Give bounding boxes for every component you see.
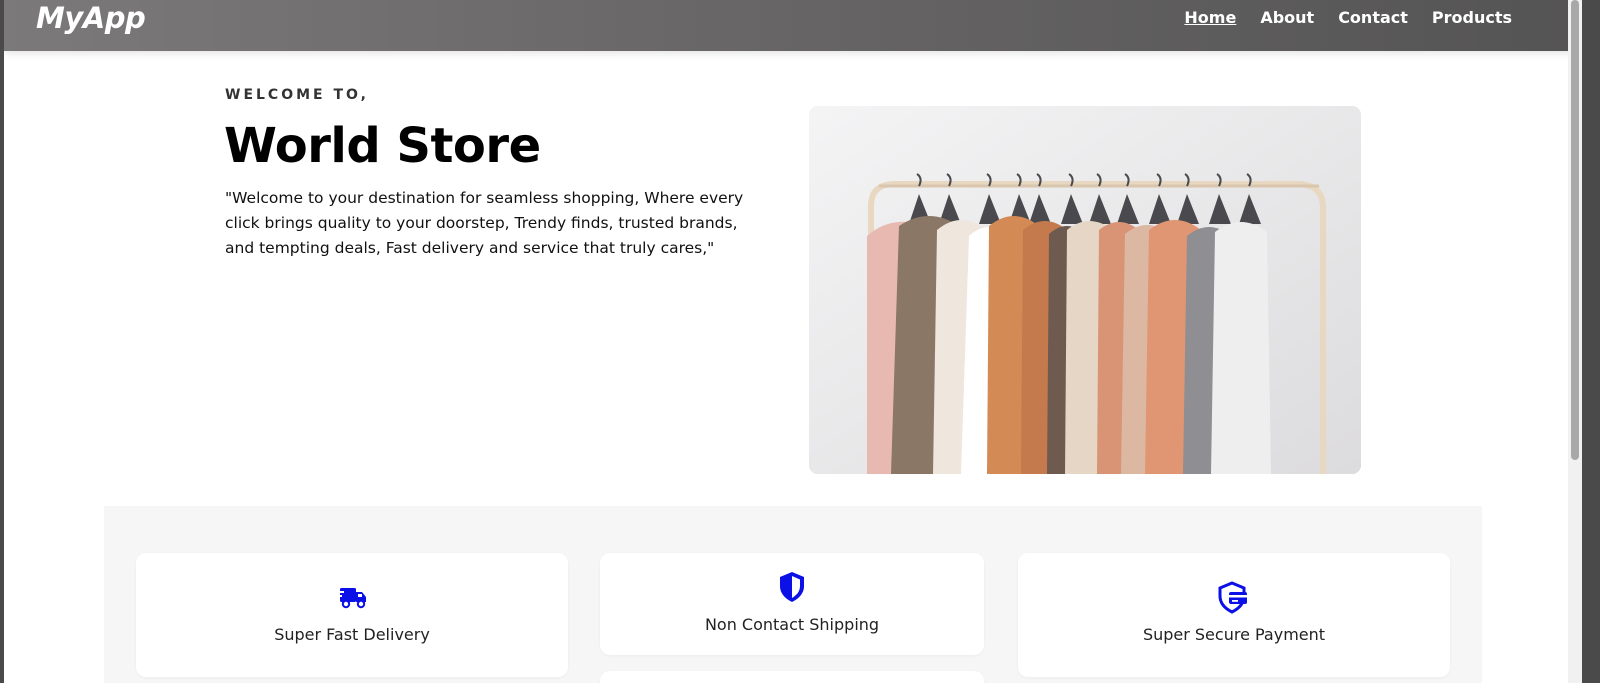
feature-card-extra [600,671,984,683]
nav-link-products[interactable]: Products [1432,8,1512,27]
hero-title: World Store [224,118,541,174]
shield-icon [780,572,804,602]
nav-link-about[interactable]: About [1260,8,1314,27]
hero-clothing-rack-image [809,106,1361,474]
feature-card-payment: Super Secure Payment [1018,553,1450,677]
navbar: MyApp Home About Contact Products [4,0,1582,51]
feature-label-shipping: Non Contact Shipping [704,615,880,634]
page-scrollbar[interactable] [1568,0,1582,683]
secure-card-icon [1218,581,1247,614]
nav-links: Home About Contact Products [1184,8,1512,27]
nav-link-home[interactable]: Home [1184,8,1236,27]
feature-label-payment: Super Secure Payment [1142,625,1326,644]
features-section: Super Fast Delivery Non Contact Shipping… [104,506,1482,683]
app-logo[interactable]: MyApp [36,1,146,35]
page-viewport: MyApp Home About Contact Products WELCOM… [4,0,1582,683]
hero-kicker: WELCOME TO, [225,87,369,103]
hero-description: "Welcome to your destination for seamles… [225,189,744,257]
clothing-rack-illustration [809,106,1361,474]
scrollbar-thumb[interactable] [1571,0,1579,460]
nav-link-contact[interactable]: Contact [1338,8,1408,27]
feature-card-shipping: Non Contact Shipping [600,553,984,655]
truck-icon [336,588,366,609]
feature-label-delivery: Super Fast Delivery [274,625,430,644]
feature-card-delivery: Super Fast Delivery [136,553,568,677]
